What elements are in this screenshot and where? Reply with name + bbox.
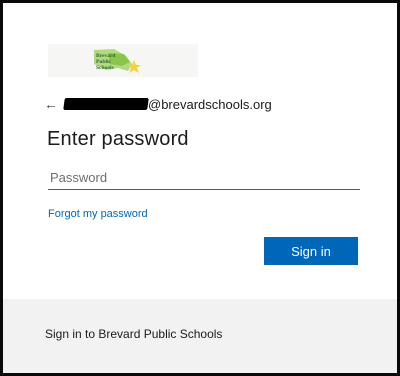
account-identity: ← @brevardschools.org <box>44 96 272 112</box>
back-arrow-icon[interactable]: ← <box>44 96 58 112</box>
redacted-username <box>63 98 149 110</box>
email-domain: @brevardschools.org <box>148 96 272 112</box>
forgot-password-link[interactable]: Forgot my password <box>48 208 148 220</box>
sign-in-button[interactable]: Sign in <box>264 237 358 265</box>
brevard-public-schools-logo: Brevard Public Schools <box>48 44 198 77</box>
svg-text:Schools: Schools <box>96 65 114 71</box>
page-title: Enter password <box>47 128 189 150</box>
logo-graphic: Brevard Public Schools <box>94 49 141 73</box>
password-input[interactable] <box>48 165 360 190</box>
sign-in-dialog: Brevard Public Schools ← @brevardschools… <box>0 0 400 376</box>
footer-text: Sign in to Brevard Public Schools <box>45 327 223 341</box>
footer: Sign in to Brevard Public Schools <box>3 299 397 373</box>
